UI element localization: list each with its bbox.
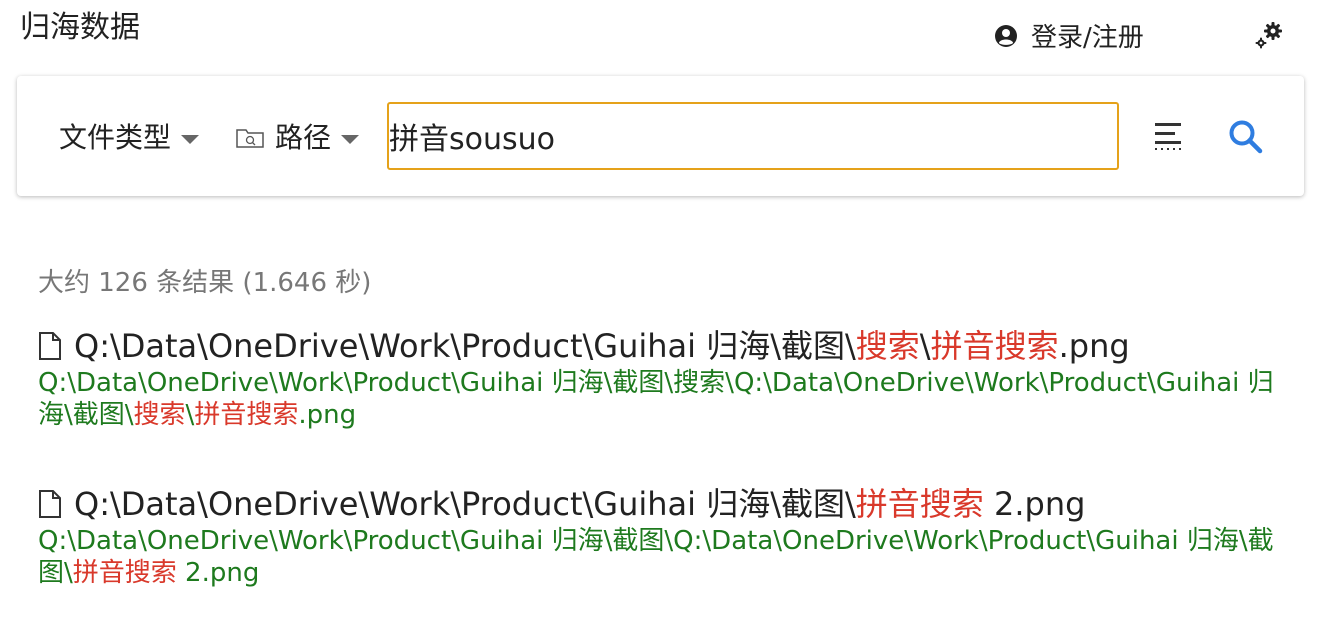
file-type-label: 文件类型 [59, 121, 172, 154]
result-title-link[interactable]: Q:\Data\OneDrive\Work\Product\Guihai 归海\… [38, 485, 1288, 523]
search-icon[interactable] [1227, 118, 1265, 156]
result-path-text: \ [185, 400, 195, 430]
result-title-link[interactable]: Q:\Data\OneDrive\Work\Product\Guihai 归海\… [38, 327, 1288, 365]
result-title-text: 2.png [983, 485, 1086, 523]
result-title-text: \ [919, 327, 931, 365]
folder-icon [236, 129, 264, 148]
gears-icon[interactable] [1252, 18, 1286, 52]
app-title: 归海数据 [20, 10, 140, 45]
search-result: Q:\Data\OneDrive\Work\Product\Guihai 归海\… [38, 485, 1288, 589]
result-title-highlight: 拼音搜索 [930, 327, 1059, 365]
user-circle-icon [995, 24, 1017, 47]
sort-icon[interactable] [1152, 120, 1186, 152]
results-summary: 大约 126 条结果 (1.646 秒) [38, 268, 372, 298]
chevron-down-icon [341, 134, 360, 144]
result-path-highlight: 搜索 [133, 400, 186, 430]
login-register-label: 登录/注册 [1031, 23, 1144, 53]
result-title-text: Q:\Data\OneDrive\Work\Product\Guihai 归海\… [74, 485, 856, 523]
file-icon [39, 490, 61, 518]
result-path-highlight: 拼音搜索 [72, 558, 177, 588]
search-result: Q:\Data\OneDrive\Work\Product\Guihai 归海\… [38, 327, 1288, 431]
path-dropdown[interactable]: 路径 [235, 118, 360, 158]
result-path-highlight: 拼音搜索 [194, 400, 299, 430]
result-title-highlight: 拼音搜索 [855, 485, 984, 523]
search-bar: 文件类型 路径 [17, 76, 1304, 196]
file-type-dropdown[interactable]: 文件类型 [59, 118, 200, 158]
result-path-text: .png [298, 400, 357, 430]
result-title-highlight: 搜索 [855, 327, 920, 365]
result-path: Q:\Data\OneDrive\Work\Product\Guihai 归海\… [38, 525, 1288, 589]
result-path-text: 2.png [176, 558, 260, 588]
result-title-text: .png [1058, 327, 1130, 365]
chevron-down-icon [181, 134, 200, 144]
result-title-text: Q:\Data\OneDrive\Work\Product\Guihai 归海\… [74, 327, 856, 365]
login-register-button[interactable]: 登录/注册 [993, 17, 1144, 54]
path-label: 路径 [275, 121, 332, 154]
search-input[interactable] [387, 102, 1119, 170]
result-path: Q:\Data\OneDrive\Work\Product\Guihai 归海\… [38, 367, 1288, 431]
file-icon [39, 332, 61, 360]
